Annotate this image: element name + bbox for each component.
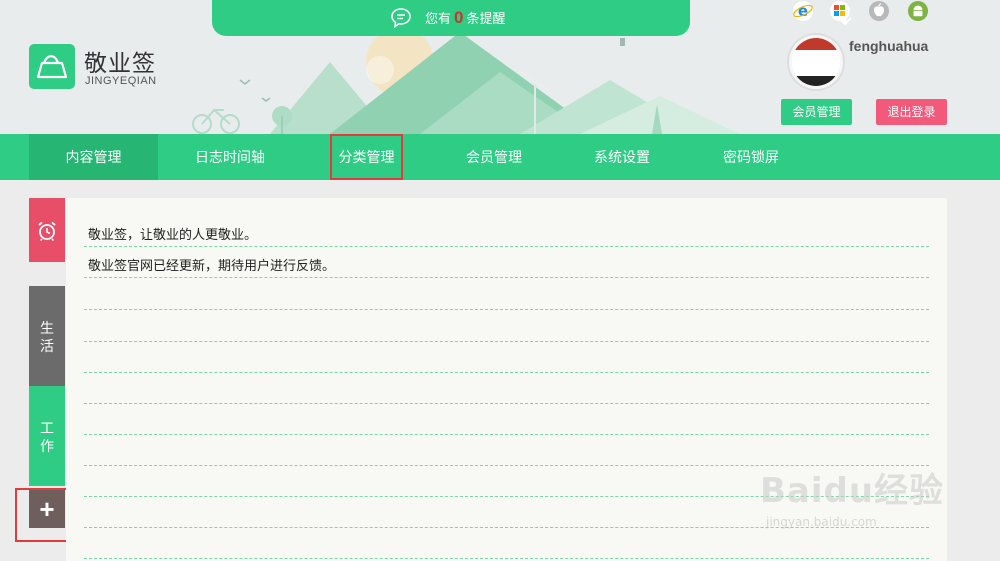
side-tab-life[interactable]: 生 活	[29, 286, 65, 386]
notification-text: 您有 0 条提醒	[425, 9, 506, 28]
note-line	[84, 309, 929, 310]
note-item[interactable]: 敬业签官网已经更新，期待用户进行反馈。	[88, 255, 335, 274]
brand-name: 敬业签	[84, 50, 156, 76]
avatar[interactable]	[789, 35, 843, 89]
ie-icon[interactable]: e	[792, 0, 814, 22]
side-tab-reminder[interactable]	[29, 198, 65, 262]
svg-text:e: e	[798, 2, 808, 20]
note-line	[84, 246, 929, 247]
platform-icons: e	[792, 0, 942, 24]
nav-log-timeline[interactable]: 日志时间轴	[170, 134, 290, 180]
nav-content-management[interactable]: 内容管理	[29, 134, 158, 180]
logo[interactable]	[29, 44, 75, 89]
windows-icon[interactable]	[829, 0, 851, 22]
notification-bar[interactable]: 您有 0 条提醒	[212, 0, 852, 36]
avatar-flag-bottom	[792, 76, 840, 86]
chat-bubble-icon	[391, 8, 411, 29]
notification-count: 0	[454, 8, 464, 27]
brand-subtitle: JINGYEQIAN	[85, 75, 157, 87]
avatar-flag-top	[792, 38, 840, 50]
nav-password-lock[interactable]: 密码锁屏	[697, 134, 805, 180]
note-item[interactable]: 敬业签，让敬业的人更敬业。	[88, 224, 257, 243]
note-line	[84, 558, 929, 559]
apple-icon[interactable]	[868, 0, 890, 22]
note-line	[84, 341, 929, 342]
side-tab-work-char-2: 作	[40, 438, 54, 454]
nav-category-management[interactable]: 分类管理	[330, 134, 403, 180]
note-line	[84, 434, 929, 435]
nav-member-management[interactable]: 会员管理	[440, 134, 548, 180]
note-line	[84, 403, 929, 404]
side-tab-work[interactable]: 工 作	[29, 386, 65, 486]
notification-suffix: 条提醒	[466, 11, 506, 26]
baidu-jingyan-watermark: Baidu经验 jingyan.baidu.com	[760, 455, 950, 545]
watermark-sub: jingyan.baidu.com	[766, 515, 877, 529]
note-line	[84, 277, 929, 278]
nav-system-settings[interactable]: 系统设置	[568, 134, 676, 180]
header: 您有 0 条提醒 敬业签 JINGYEQIAN e fenghuahua 会员管…	[0, 0, 1000, 134]
side-tab-work-char-1: 工	[40, 420, 54, 436]
note-logo-icon	[36, 55, 68, 79]
main-nav: 内容管理 日志时间轴 分类管理 会员管理 系统设置 密码锁屏	[0, 134, 1000, 180]
member-management-button[interactable]: 会员管理	[781, 99, 852, 125]
side-tab-life-char-1: 生	[40, 320, 54, 336]
notification-prefix: 您有	[425, 11, 452, 26]
alarm-clock-icon	[38, 221, 56, 242]
username: fenghuahua	[849, 38, 929, 54]
side-tab-life-char-2: 活	[40, 338, 54, 354]
android-icon[interactable]	[907, 0, 929, 22]
logout-button[interactable]: 退出登录	[876, 99, 947, 125]
watermark-main: Baidu经验	[760, 471, 945, 511]
note-line	[84, 372, 929, 373]
